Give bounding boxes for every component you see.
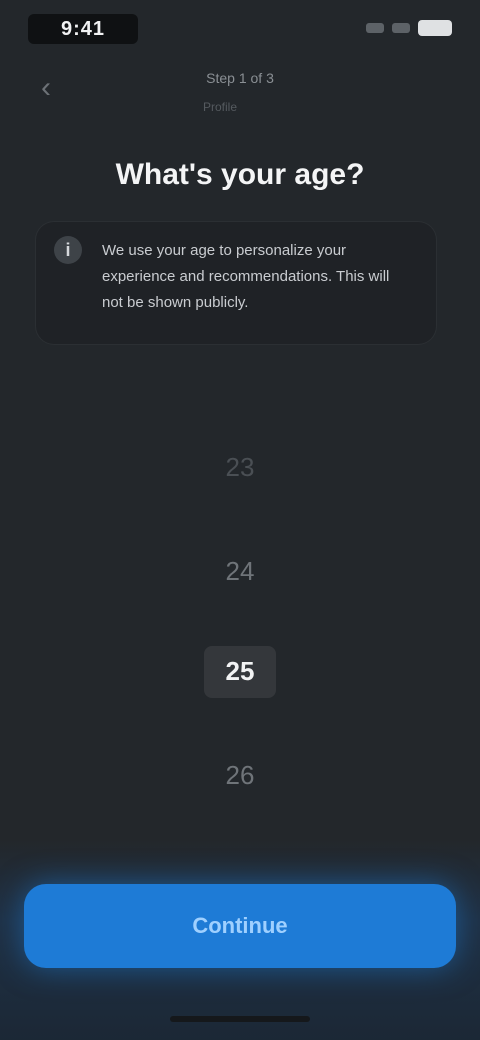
breadcrumb: Step 1 of 3 Profile: [140, 70, 340, 114]
info-icon: i: [54, 236, 82, 264]
continue-button[interactable]: Continue: [24, 884, 456, 968]
home-indicator: [170, 1016, 310, 1022]
info-card-text: We use your age to personalize your expe…: [102, 242, 390, 311]
status-time: 9:41: [28, 14, 138, 44]
picker-item[interactable]: 26: [140, 760, 340, 791]
age-picker[interactable]: 23 24 25 26: [140, 430, 340, 810]
signal-icon: [366, 23, 384, 33]
picker-item[interactable]: 23: [140, 452, 340, 483]
page-title: What's your age?: [115, 158, 365, 191]
battery-icon: [418, 20, 452, 36]
screen: 9:41 ‹ Step 1 of 3 Profile What's your a…: [0, 0, 480, 1040]
status-bar: 9:41: [0, 0, 480, 60]
back-button[interactable]: ‹: [28, 70, 64, 106]
picker-item[interactable]: 24: [140, 556, 340, 587]
info-card: i We use your age to personalize your ex…: [36, 222, 436, 344]
breadcrumb-sub: Profile: [202, 100, 237, 114]
chevron-left-icon: ‹: [41, 71, 51, 104]
status-icons: [366, 20, 452, 36]
breadcrumb-step: Step 1 of 3: [206, 70, 274, 86]
wifi-icon: [392, 23, 410, 33]
picker-item-selected[interactable]: 25: [140, 656, 340, 687]
